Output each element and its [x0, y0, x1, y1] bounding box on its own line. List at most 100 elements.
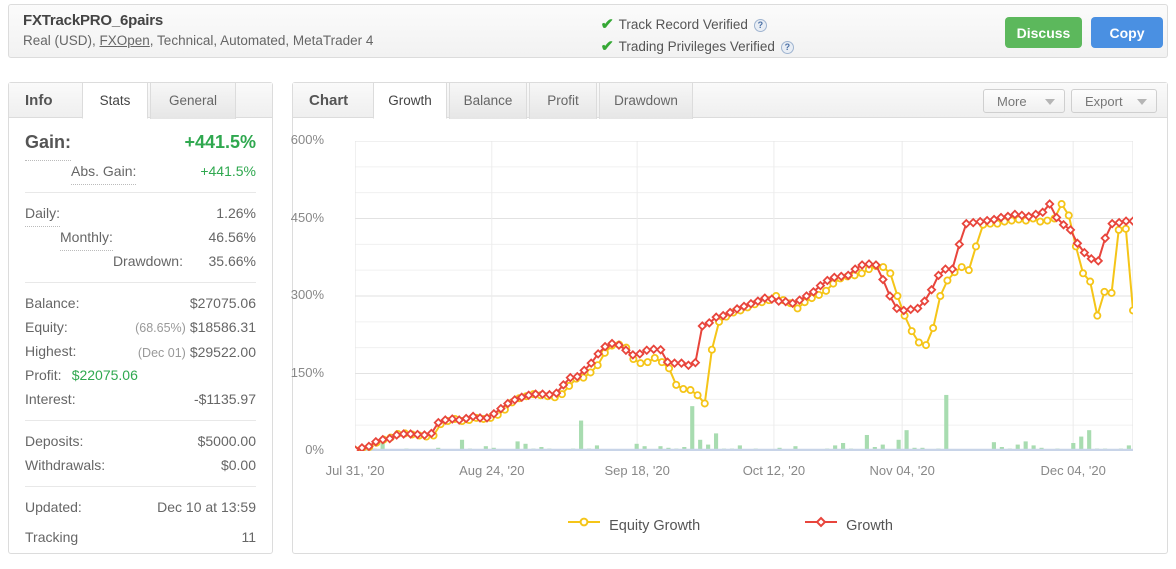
- series-marker: [1086, 277, 1095, 286]
- info-panel-title: Info: [25, 92, 53, 109]
- help-icon[interactable]: ?: [780, 41, 794, 54]
- tab-stats[interactable]: Stats: [82, 83, 148, 119]
- series-marker: [971, 242, 980, 251]
- series-marker: [929, 324, 938, 333]
- legend-item[interactable]: Growth: [804, 516, 893, 534]
- stat-label-abs-gain[interactable]: Abs. Gain:: [71, 159, 137, 185]
- page-title: FXTrackPRO_6pairs: [23, 12, 164, 29]
- y-axis-tick: 150%: [290, 364, 324, 380]
- stat-label-monthly[interactable]: Monthly:: [60, 225, 113, 251]
- tab-balance[interactable]: Balance: [449, 83, 527, 119]
- series-marker: [893, 291, 902, 300]
- tab-growth[interactable]: Growth: [373, 83, 447, 119]
- series-marker: [857, 269, 866, 278]
- y-axis-tick: 450%: [290, 209, 324, 225]
- stat-subvalue-equity: (68.65%): [135, 321, 186, 335]
- discuss-button[interactable]: Discuss: [1005, 17, 1082, 48]
- series-marker: [1100, 287, 1109, 296]
- stat-label-deposits: Deposits:: [25, 433, 84, 449]
- divider: [25, 486, 256, 487]
- account-subtitle-pre: Real (USD),: [23, 33, 100, 48]
- series-marker: [1064, 211, 1073, 220]
- stat-value-tracking: 11: [241, 529, 256, 545]
- x-axis-tick: Sep 18, '20: [604, 463, 670, 478]
- broker-link[interactable]: FXOpen: [100, 33, 150, 48]
- check-icon: ✔: [600, 38, 614, 55]
- series-marker: [643, 358, 652, 367]
- tab-profit[interactable]: Profit: [529, 83, 597, 119]
- stat-row-monthly: Monthly: 46.56%: [25, 225, 256, 251]
- stat-value-updated: Dec 10 at 13:59: [157, 499, 256, 515]
- series-marker: [822, 286, 831, 295]
- growth-chart-plot[interactable]: [355, 141, 1133, 451]
- account-subtitle: Real (USD), FXOpen, Technical, Automated…: [23, 33, 373, 48]
- chart-panel-header: Chart Growth Balance Profit Drawdown Mor…: [293, 83, 1167, 119]
- series-marker: [707, 345, 716, 354]
- stat-value-gain: +441.5%: [184, 132, 256, 152]
- series-marker: [650, 353, 659, 362]
- stat-value-abs-gain: +441.5%: [200, 163, 256, 179]
- stat-label-tracking: Tracking: [25, 529, 79, 545]
- stat-label-updated: Updated:: [25, 499, 82, 515]
- stat-value-daily: 1.26%: [216, 205, 256, 221]
- chart-bar: [690, 406, 695, 451]
- legend-label: Equity Growth: [609, 518, 701, 534]
- stat-row-drawdown: Drawdown: 35.66%: [25, 249, 256, 273]
- stat-label-highest: Highest:: [25, 343, 77, 359]
- stat-label-gain[interactable]: Gain:: [25, 126, 72, 161]
- chart-panel-title: Chart: [309, 92, 349, 109]
- series-marker: [1057, 200, 1066, 209]
- trading-privileges-verified-label: Trading Privileges Verified: [618, 39, 775, 54]
- series-marker: [957, 263, 966, 272]
- series-marker: [1093, 311, 1102, 320]
- x-axis-tick: Aug 24, '20: [459, 463, 525, 478]
- chart-panel: Chart Growth Balance Profit Drawdown Mor…: [291, 82, 1168, 554]
- stat-value-monthly: 46.56%: [208, 229, 256, 245]
- series-marker: [686, 386, 695, 395]
- more-button[interactable]: More: [983, 89, 1065, 113]
- stat-label-withdrawals: Withdrawals:: [25, 457, 106, 473]
- y-axis-tick: 600%: [290, 132, 324, 147]
- help-icon[interactable]: ?: [753, 19, 767, 32]
- series-marker: [1114, 225, 1123, 234]
- info-panel-body: Gain: +441.5% Abs. Gain: +441.5% Daily: …: [9, 126, 272, 549]
- stat-value-interest: -$1135.97: [193, 391, 256, 407]
- trading-privileges-verified-badge: ✔ Trading Privileges Verified?: [601, 37, 794, 55]
- series-marker: [793, 304, 802, 313]
- series-marker: [1129, 306, 1133, 315]
- info-panel: Info Stats General Gain: +441.5% Abs. Ga…: [8, 82, 273, 554]
- stat-row-tracking: Tracking 11: [25, 525, 256, 549]
- chart-bar: [1087, 430, 1092, 451]
- chevron-down-icon: [1137, 99, 1147, 105]
- tab-drawdown[interactable]: Drawdown: [599, 83, 693, 119]
- series-marker: [1079, 269, 1088, 278]
- diamond-marker-icon: [805, 516, 838, 528]
- chart-bar: [713, 433, 719, 451]
- stat-value-equity: (68.65%) $18586.31: [135, 315, 256, 340]
- series-marker: [936, 291, 945, 300]
- export-button[interactable]: Export: [1071, 89, 1157, 113]
- series-marker: [672, 380, 681, 389]
- divider: [25, 282, 256, 283]
- circle-marker-icon: [568, 517, 601, 527]
- x-axis-tick: Dec 04, '20: [1040, 463, 1106, 478]
- legend-item[interactable]: Equity Growth: [567, 516, 700, 534]
- series-marker: [1107, 288, 1116, 297]
- series-marker: [886, 269, 895, 278]
- stat-value-deposits: $5000.00: [197, 433, 256, 449]
- series-marker: [1036, 217, 1045, 226]
- stat-row-abs-gain: Abs. Gain: +441.5%: [25, 159, 256, 185]
- stat-row-daily: Daily: 1.26%: [25, 201, 256, 227]
- stat-amount-highest: $29522.00: [189, 344, 256, 360]
- stat-value-profit: $22075.06: [71, 367, 138, 383]
- series-marker: [693, 391, 702, 400]
- x-axis-tick: Nov 04, '20: [869, 463, 935, 478]
- more-button-label: More: [997, 94, 1027, 109]
- copy-button[interactable]: Copy: [1091, 17, 1163, 48]
- stat-label-balance: Balance:: [25, 295, 80, 311]
- tab-general[interactable]: General: [150, 83, 236, 119]
- stat-label-daily[interactable]: Daily:: [25, 201, 61, 227]
- chart-bar: [579, 420, 584, 451]
- divider: [25, 192, 256, 193]
- series-marker: [1121, 224, 1130, 233]
